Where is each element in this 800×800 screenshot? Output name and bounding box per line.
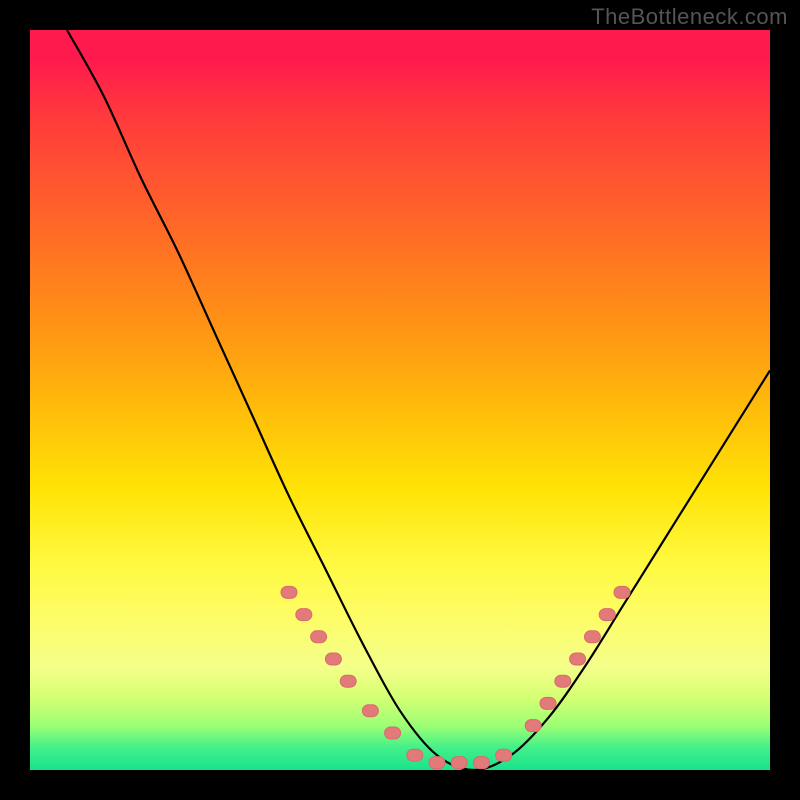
- curve-marker: [473, 757, 489, 769]
- curve-path: [67, 30, 770, 770]
- curve-marker: [525, 720, 541, 732]
- curve-marker: [540, 697, 556, 709]
- curve-marker: [496, 749, 512, 761]
- curve-marker: [296, 609, 312, 621]
- curve-marker: [555, 675, 571, 687]
- curve-marker: [584, 631, 600, 643]
- curve-marker: [570, 653, 586, 665]
- curve-marker: [281, 586, 297, 598]
- curve-marker: [325, 653, 341, 665]
- curve-marker: [385, 727, 401, 739]
- curve-marker: [429, 757, 445, 769]
- plot-area: [30, 30, 770, 770]
- watermark-text: TheBottleneck.com: [591, 4, 788, 30]
- curve-marker: [599, 609, 615, 621]
- curve-marker: [311, 631, 327, 643]
- curve-marker: [614, 586, 630, 598]
- curve-marker: [362, 705, 378, 717]
- chart-frame: TheBottleneck.com: [0, 0, 800, 800]
- curve-marker: [451, 757, 467, 769]
- bottleneck-curve: [67, 30, 770, 770]
- curve-svg: [30, 30, 770, 770]
- curve-marker: [407, 749, 423, 761]
- curve-marker: [340, 675, 356, 687]
